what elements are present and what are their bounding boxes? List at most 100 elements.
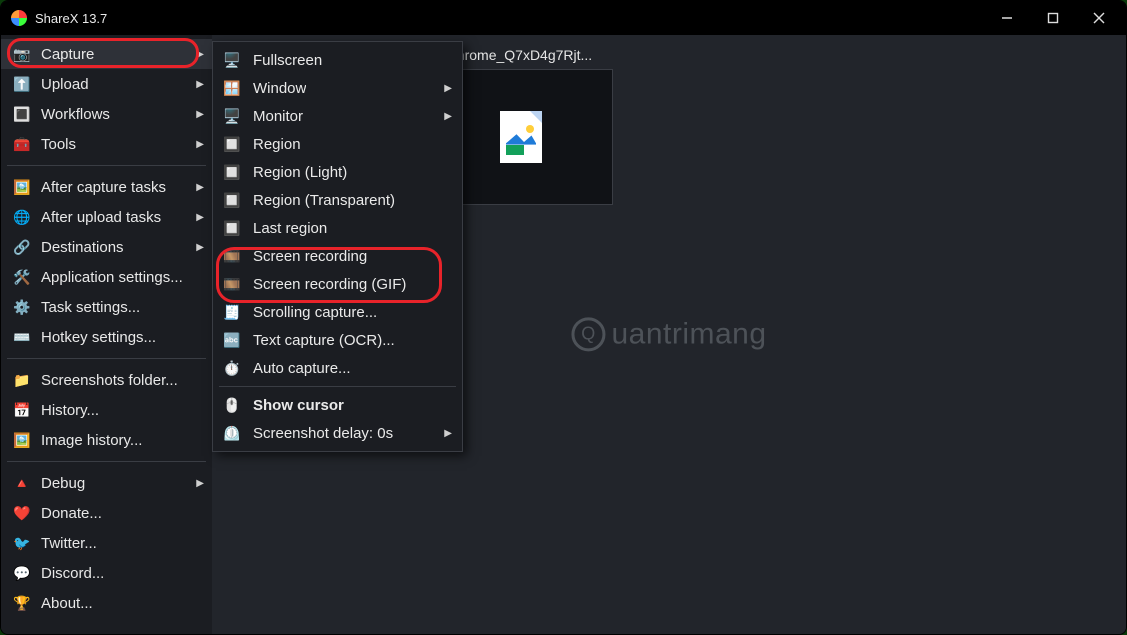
sm-window[interactable]: 🪟Window▶	[213, 74, 462, 102]
menu-image-history-label: Image history...	[41, 432, 142, 449]
sm-region-light-icon: 🔲	[223, 164, 241, 181]
menu-discord-label: Discord...	[41, 565, 104, 582]
menu-upload[interactable]: ⬆️Upload▶	[1, 69, 212, 99]
menu-task-settings-icon: ⚙️	[13, 299, 31, 316]
sm-fullscreen[interactable]: 🖥️Fullscreen	[213, 46, 462, 74]
sm-delay[interactable]: ⏲️ Screenshot delay: 0s ▶	[213, 419, 462, 447]
menu-after-capture[interactable]: 🖼️After capture tasks▶	[1, 172, 212, 202]
menu-hotkey-settings[interactable]: ⌨️ Hotkey settings...	[1, 322, 212, 352]
app-logo-icon	[11, 10, 27, 26]
window-title: ShareX 13.7	[35, 11, 107, 26]
menu-tools-label: Tools	[41, 136, 76, 153]
menu-separator	[7, 358, 206, 359]
sm-monitor-label: Monitor	[253, 108, 303, 125]
menu-workflows[interactable]: 🔳Workflows▶	[1, 99, 212, 129]
menu-app-settings-label: Application settings...	[41, 269, 183, 286]
maximize-button[interactable]	[1030, 1, 1076, 35]
sm-delay-icon: ⏲️	[223, 425, 241, 442]
menu-workflows-icon: 🔳	[13, 106, 31, 123]
menu-capture-icon: 📷	[13, 46, 31, 63]
sm-screen-recording-gif[interactable]: 🎞️Screen recording (GIF)	[213, 270, 462, 298]
menu-history-label: History...	[41, 402, 99, 419]
sm-last-region-icon: 🔲	[223, 220, 241, 237]
menu-twitter-icon: 🐦	[13, 535, 31, 552]
sm-region-light-label: Region (Light)	[253, 164, 347, 181]
sm-region[interactable]: 🔲 Region	[213, 130, 462, 158]
sm-region-transparent-icon: 🔲	[223, 192, 241, 209]
titlebar: ShareX 13.7	[1, 1, 1126, 35]
sm-scrolling-icon: 🧾	[223, 304, 241, 321]
menu-twitter[interactable]: 🐦Twitter...	[1, 528, 212, 558]
menu-about[interactable]: 🏆 About...	[1, 588, 212, 618]
menu-screenshots-folder-label: Screenshots folder...	[41, 372, 178, 389]
menu-after-capture-label: After capture tasks	[41, 179, 166, 196]
chevron-right-icon: ▶	[196, 79, 204, 90]
menu-donate[interactable]: ❤️ Donate...	[1, 498, 212, 528]
sm-auto-label: Auto capture...	[253, 360, 351, 377]
menu-after-upload-label: After upload tasks	[41, 209, 161, 226]
sm-region-icon: 🔲	[223, 136, 241, 153]
menu-after-upload[interactable]: 🌐After upload tasks▶	[1, 202, 212, 232]
sm-ocr[interactable]: 🔤 Text capture (OCR)...	[213, 326, 462, 354]
sm-scrolling[interactable]: 🧾 Scrolling capture...	[213, 298, 462, 326]
sm-region-transparent[interactable]: 🔲Region (Transparent)	[213, 186, 462, 214]
sm-screen-recording-label: Screen recording	[253, 248, 367, 265]
menu-task-settings[interactable]: ⚙️Task settings...	[1, 292, 212, 322]
sm-show-cursor-label: Show cursor	[253, 397, 344, 414]
menu-about-icon: 🏆	[13, 595, 31, 612]
menu-donate-icon: ❤️	[13, 505, 31, 522]
menu-capture[interactable]: 📷Capture▶	[1, 39, 212, 69]
sm-auto[interactable]: ⏱️Auto capture...	[213, 354, 462, 382]
menu-upload-icon: ⬆️	[13, 76, 31, 93]
chevron-right-icon: ▶	[196, 139, 204, 150]
menu-tools[interactable]: 🧰 Tools ▶	[1, 129, 212, 159]
menu-history[interactable]: 📅 History...	[1, 395, 212, 425]
sm-last-region[interactable]: 🔲 Last region	[213, 214, 462, 242]
sm-ocr-icon: 🔤	[223, 332, 241, 349]
main-menu: 📷Capture▶⬆️Upload▶🔳Workflows▶🧰Tools▶🖼️Af…	[1, 35, 212, 634]
watermark-q-icon: Q	[571, 317, 605, 351]
sm-region-light[interactable]: 🔲 Region (Light)	[213, 158, 462, 186]
menu-debug-label: Debug	[41, 475, 85, 492]
menu-about-label: About...	[41, 595, 93, 612]
menu-app-settings[interactable]: 🛠️Application settings...	[1, 262, 212, 292]
close-button[interactable]	[1076, 1, 1122, 35]
menu-history-icon: 📅	[13, 402, 31, 419]
sm-scrolling-label: Scrolling capture...	[253, 304, 377, 321]
menu-hotkey-settings-icon: ⌨️	[13, 329, 31, 346]
menu-separator	[7, 165, 206, 166]
menu-image-history[interactable]: 🖼️ Image history...	[1, 425, 212, 455]
menu-hotkey-settings-label: Hotkey settings...	[41, 329, 156, 346]
sm-ocr-label: Text capture (OCR)...	[253, 332, 395, 349]
menu-destinations[interactable]: 🔗Destinations▶	[1, 232, 212, 262]
menu-screenshots-folder[interactable]: 📁Screenshots folder...	[1, 365, 212, 395]
chevron-right-icon: ▶	[444, 428, 452, 439]
menu-capture-label: Capture	[41, 46, 94, 63]
menu-debug[interactable]: 🔺Debug▶	[1, 468, 212, 498]
menu-discord[interactable]: 💬Discord...	[1, 558, 212, 588]
menu-tools-icon: 🧰	[13, 136, 31, 153]
sm-region-label: Region	[253, 136, 301, 153]
sm-show-cursor[interactable]: 🖱️Show cursor	[213, 391, 462, 419]
chevron-right-icon: ▶	[196, 478, 204, 489]
sm-screen-recording-gif-label: Screen recording (GIF)	[253, 276, 406, 293]
thumb-chrome-title: chrome_Q7xD4g7Rjt...	[450, 47, 592, 63]
sm-screen-recording-icon: 🎞️	[223, 248, 241, 265]
sm-fullscreen-icon: 🖥️	[223, 52, 241, 69]
chevron-right-icon: ▶	[444, 111, 452, 122]
menu-separator	[7, 461, 206, 462]
sm-last-region-label: Last region	[253, 220, 327, 237]
capture-submenu: 🖥️Fullscreen🪟Window▶🖥️Monitor▶🔲Region🔲Re…	[212, 41, 463, 452]
sm-monitor-icon: 🖥️	[223, 108, 241, 125]
menu-donate-label: Donate...	[41, 505, 102, 522]
image-file-icon	[500, 111, 542, 163]
sm-monitor[interactable]: 🖥️ Monitor ▶	[213, 102, 462, 130]
minimize-button[interactable]	[984, 1, 1030, 35]
menu-image-history-icon: 🖼️	[13, 432, 31, 449]
sm-window-label: Window	[253, 80, 306, 97]
watermark: Q uantrimang	[571, 317, 766, 351]
sm-delay-label: Screenshot delay: 0s	[253, 425, 393, 442]
menu-after-capture-icon: 🖼️	[13, 179, 31, 196]
submenu-separator	[219, 386, 456, 387]
sm-screen-recording[interactable]: 🎞️ Screen recording	[213, 242, 462, 270]
